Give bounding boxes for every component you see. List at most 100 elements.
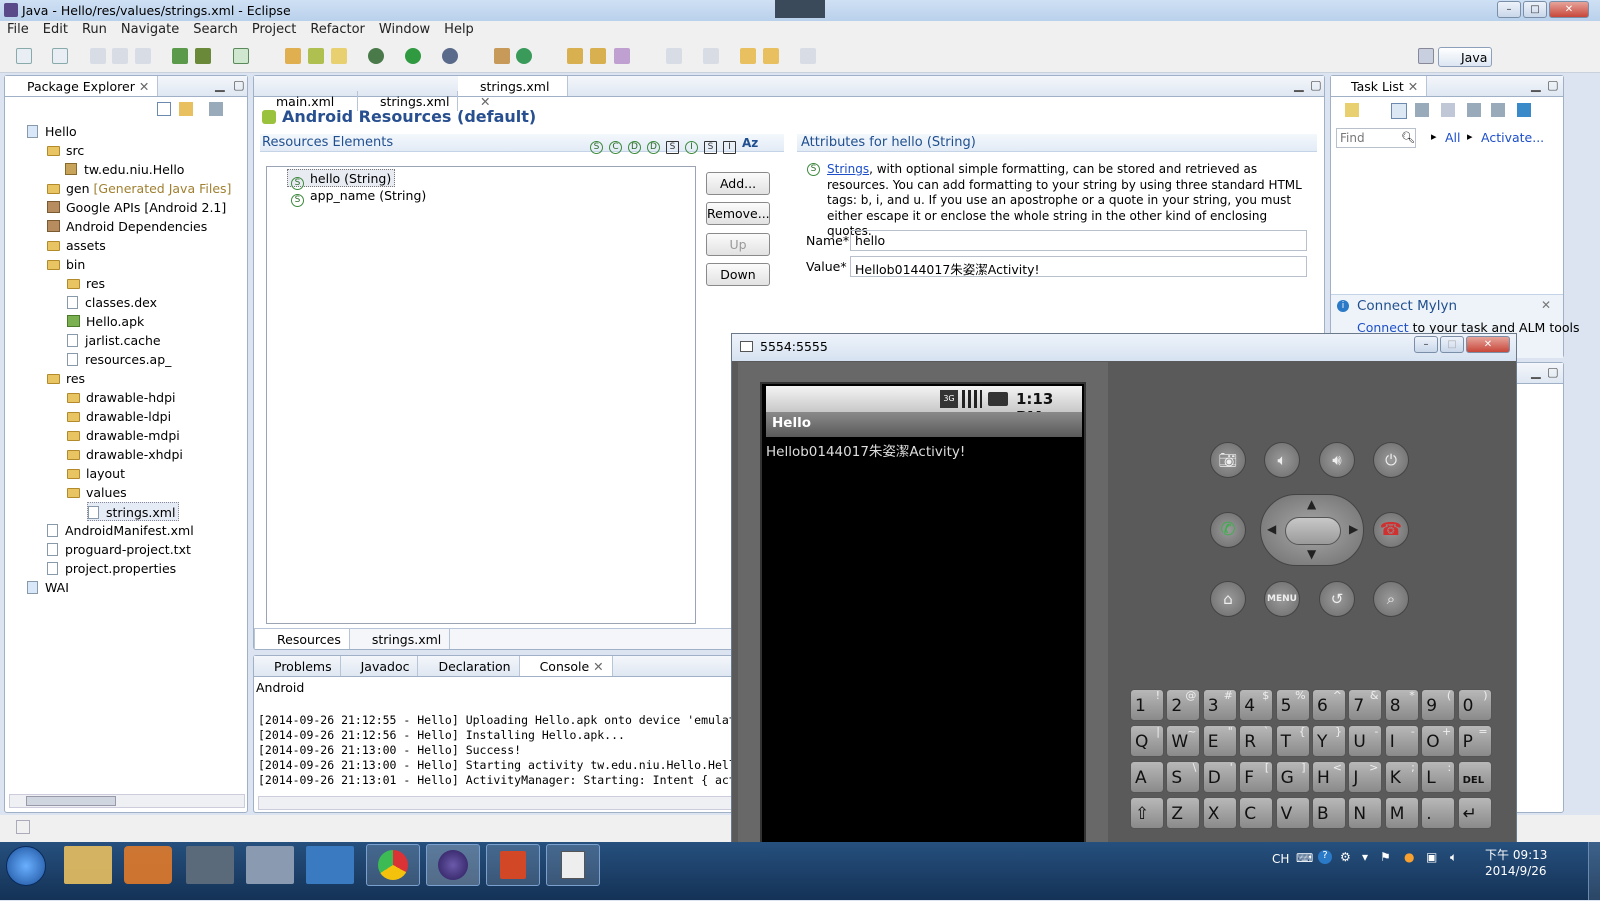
minimize-button[interactable]: – (1497, 1, 1521, 18)
categorized-icon[interactable] (1391, 103, 1407, 119)
focus-icon[interactable] (1441, 103, 1455, 117)
string-array-filter-icon[interactable]: S (704, 141, 717, 154)
network-icon[interactable]: ▣ (1426, 850, 1437, 864)
keyboard-key[interactable]: 7 & (1348, 689, 1383, 721)
pdf-taskbar-icon[interactable] (306, 846, 354, 884)
new-wizard-icon[interactable] (52, 48, 68, 64)
keyboard-icon[interactable]: ⌨ (1296, 851, 1313, 865)
keyboard-key[interactable]: Z (1166, 797, 1201, 829)
external-tools-icon[interactable] (442, 48, 458, 64)
input-language[interactable]: CH (1272, 852, 1289, 866)
maximize-view-icon[interactable]: ▢ (233, 77, 245, 92)
java-perspective-button[interactable]: Java (1438, 47, 1492, 67)
close-button[interactable]: ✕ (1549, 1, 1589, 18)
volume-up-button[interactable]: 🔊︎ (1319, 442, 1355, 478)
drawable-filter-icon[interactable]: D (647, 141, 660, 154)
keyboard-key[interactable]: X (1202, 797, 1237, 829)
search-icon[interactable]: 🔍︎ (1401, 131, 1415, 144)
tree-item[interactable]: drawable-hdpi (67, 388, 176, 407)
emulator-taskbar-button[interactable] (546, 844, 600, 886)
keyboard-key[interactable]: 8 * (1384, 689, 1419, 721)
run-icon[interactable] (405, 48, 421, 64)
next-annotation-icon[interactable] (666, 48, 682, 64)
keyboard-key[interactable]: U- (1348, 725, 1383, 757)
color-filter-icon[interactable]: C (609, 141, 622, 154)
menu-search[interactable]: Search (186, 21, 245, 37)
minimize-view-icon[interactable]: ▁ (215, 77, 225, 92)
tree-item[interactable]: Google APIs [Android 2.1] (47, 198, 226, 217)
menu-help[interactable]: Help (437, 21, 481, 37)
string-filter-icon[interactable]: S (590, 141, 603, 154)
dpad-down-icon[interactable]: ▼ (1307, 547, 1316, 561)
keyboard-key[interactable]: W ~ (1166, 725, 1201, 757)
menu-file[interactable]: File (0, 21, 36, 37)
keyboard-key[interactable]: B (1312, 797, 1346, 829)
tree-item[interactable]: project.properties (47, 559, 176, 578)
keyboard-key[interactable]: ⇧ (1130, 797, 1164, 829)
search-button[interactable]: ⌕ (1373, 581, 1409, 617)
previous-annotation-icon[interactable] (703, 48, 719, 64)
close-icon[interactable]: ✕ (1541, 298, 1551, 312)
keyboard-key[interactable]: 3 # (1202, 689, 1237, 721)
open-type-icon[interactable] (567, 48, 583, 64)
start-button[interactable] (6, 846, 46, 886)
maximize-view-icon[interactable]: ▢ (1310, 77, 1322, 92)
tree-item[interactable]: AndroidManifest.xml (47, 521, 194, 540)
remove-button[interactable]: Remove... (706, 202, 770, 225)
keyboard-key[interactable]: . (1421, 797, 1456, 829)
home-button[interactable]: ⌂ (1210, 581, 1246, 617)
tab-package-explorer[interactable]: Package Explorer ✕ (5, 76, 159, 96)
tree-item[interactable]: bin (47, 255, 85, 274)
back-button[interactable]: ↺ (1319, 581, 1355, 617)
new-android-test-icon[interactable] (308, 48, 324, 64)
open-task-icon[interactable] (590, 48, 606, 64)
tab-strings-xml-active[interactable]: strings.xml ✕ (458, 76, 568, 109)
keyboard-key[interactable]: DEL (1457, 761, 1492, 793)
last-edit-icon[interactable] (740, 48, 756, 64)
minimize-view-icon[interactable]: ▁ (1294, 77, 1304, 92)
name-field[interactable]: hello (850, 230, 1307, 251)
tab-console[interactable]: Console ✕ (519, 656, 613, 676)
item-filter-icon[interactable]: I (685, 141, 698, 154)
maximize-view-icon[interactable]: ▢ (1547, 77, 1559, 92)
back-icon[interactable] (763, 48, 779, 64)
tree-item[interactable]: drawable-ldpi (67, 407, 171, 426)
tree-item[interactable]: values (67, 483, 127, 502)
keyboard-key[interactable]: H < (1312, 761, 1346, 793)
new-icon[interactable] (16, 48, 32, 64)
taskbar-clock[interactable]: 下午 09:13 (1485, 846, 1547, 863)
new-java-class-icon[interactable] (516, 48, 532, 64)
menu-project[interactable]: Project (245, 21, 303, 37)
debug-icon[interactable] (368, 48, 384, 64)
tree-item[interactable]: Hello.apk (67, 312, 144, 331)
eclipse-taskbar-button[interactable] (426, 844, 480, 886)
dpad-left-icon[interactable]: ◀ (1267, 522, 1276, 536)
emulator-maximize-button[interactable]: □ (1440, 336, 1464, 353)
dpad-up-icon[interactable]: ▲ (1307, 497, 1316, 511)
collapse-all-icon[interactable] (1467, 103, 1481, 117)
up-button[interactable]: Up (706, 233, 770, 256)
keyboard-key[interactable]: M (1384, 797, 1419, 829)
tab-task-list[interactable]: Task List ✕ (1331, 76, 1428, 96)
tab-strings-source[interactable]: strings.xml (350, 629, 451, 649)
window-title-bar[interactable]: Java - Hello/res/values/strings.xml - Ec… (0, 0, 1600, 21)
tree-item[interactable]: jarlist.cache (67, 331, 161, 350)
horizontal-scrollbar[interactable] (9, 794, 245, 808)
show-desktop-button[interactable] (1588, 842, 1600, 900)
power-button[interactable]: ⏻ (1373, 442, 1409, 478)
new-task-icon[interactable] (1345, 103, 1359, 117)
forward-icon[interactable] (800, 48, 816, 64)
tree-item-selected[interactable]: strings.xml (87, 502, 180, 521)
volume-icon[interactable]: 🔈︎ (1450, 850, 1457, 865)
avd-manager-icon[interactable] (195, 48, 211, 64)
scrollbar-thumb[interactable] (26, 796, 116, 806)
dpad[interactable]: ▲ ▼ ◀ ▶ (1260, 494, 1364, 566)
fast-view-icon[interactable] (16, 820, 30, 834)
dpad-center[interactable] (1285, 517, 1341, 545)
menu-window[interactable]: Window (372, 21, 437, 37)
emulator-minimize-button[interactable]: – (1414, 336, 1438, 353)
keyboard-key[interactable]: V (1275, 797, 1310, 829)
resource-item-app-name[interactable]: Sapp_name (String) (291, 188, 426, 207)
keyboard-key[interactable]: L: (1421, 761, 1456, 793)
keyboard-key[interactable]: 9( (1421, 689, 1456, 721)
